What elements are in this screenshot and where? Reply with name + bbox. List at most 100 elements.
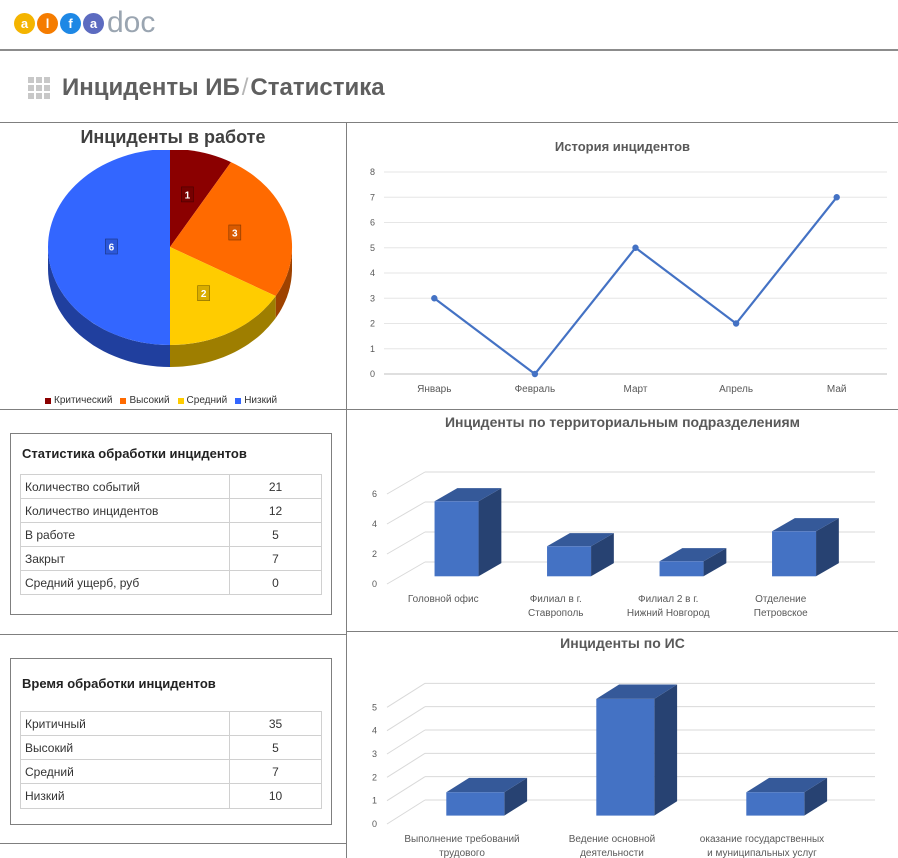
- y-tick-label: 2: [370, 319, 375, 329]
- row-value: 5: [229, 522, 322, 547]
- pie-data-label: 1: [181, 186, 194, 203]
- row-value: 21: [229, 474, 322, 499]
- x-tick-label: Петровское: [754, 608, 808, 619]
- x-tick-label: Май: [827, 384, 847, 395]
- pie-data-label-text: 1: [185, 190, 191, 201]
- row-label: Высокий: [20, 735, 230, 760]
- row-label: В работе: [20, 522, 230, 547]
- bar-side: [654, 684, 678, 816]
- table-row: В работе 5: [20, 522, 322, 547]
- logo-letter-a2: a: [83, 12, 104, 34]
- pie-data-label-text: 3: [232, 229, 238, 240]
- y-tick-label: 2: [372, 549, 377, 559]
- page-title-main[interactable]: Инциденты ИБ: [62, 74, 240, 102]
- x-tick-label: Филиал в г.: [530, 594, 582, 605]
- legend-label-low: Низкий: [244, 395, 278, 406]
- y-tick-label: 5: [370, 243, 375, 253]
- x-tick-label: Февраль: [515, 384, 556, 395]
- x-tick-label: Январь: [417, 384, 451, 395]
- y-tick-label: 4: [370, 268, 375, 278]
- bar: [772, 531, 817, 577]
- row-value: 5: [229, 735, 322, 760]
- pie-chart-title: Инциденты в работе: [80, 127, 266, 147]
- bar: [446, 792, 505, 816]
- row-label: Низкий: [20, 783, 230, 809]
- legend-label-high: Высокий: [129, 395, 170, 406]
- bar-side: [478, 488, 502, 577]
- grid-line: [346, 631, 898, 632]
- row-value: 7: [229, 759, 322, 784]
- y-tick-label: 1: [370, 344, 375, 354]
- grid-line: [386, 776, 426, 802]
- territories-bar-chart: 0 2 4 6 Головной офис Филиал в г. Ставрополь Фи…: [372, 471, 875, 619]
- y-tick-label: 6: [370, 218, 375, 228]
- y-tick-label: 0: [372, 579, 377, 589]
- row-label: Количество событий: [20, 474, 230, 499]
- y-tick-label: 4: [372, 726, 377, 736]
- x-tick-label: Отделение: [755, 594, 807, 605]
- grid-line: [0, 634, 346, 635]
- row-label: Количество инцидентов: [20, 498, 230, 523]
- alfadoc-logo[interactable]: a l f a doc: [14, 6, 155, 40]
- row-value: 7: [229, 546, 322, 571]
- time-table-caption: Время обработки инцидентов: [22, 676, 216, 691]
- row-label: Закрыт: [20, 546, 230, 571]
- systems-chart-title: Инциденты по ИС: [560, 635, 685, 651]
- row-value: 0: [229, 570, 322, 595]
- x-tick-label: и муниципальных услуг: [707, 848, 817, 858]
- territories-chart-title: Инциденты по территориальным подразделен…: [444, 414, 801, 430]
- history-line-chart: 0 1 2 3 4 5 6 7 8 Январь Февраль Март Апрель Май: [370, 167, 887, 395]
- stats-table-panel: Статистика обработки инцидентов Количест…: [10, 433, 332, 615]
- page-title: Инциденты ИБ / Статистика: [28, 74, 385, 102]
- x-tick-label: Нижний Новгород: [627, 608, 710, 619]
- x-tick-label: деятельности: [580, 848, 644, 858]
- grid-line: [0, 843, 346, 844]
- grid-line: [386, 561, 426, 585]
- x-tick-label: Головной офис: [408, 593, 479, 605]
- row-label: Средний: [20, 759, 230, 784]
- dashboard-grid-icon: [28, 77, 50, 99]
- pie-chart: 1 3 2 6: [48, 150, 293, 367]
- time-table: Критичный 35 Высокий 5 Средний 7 Низкий 10: [20, 711, 322, 809]
- data-point: [632, 244, 639, 251]
- x-tick-label: Филиал 2 в г.: [638, 594, 698, 605]
- x-tick-label: оказание государственных: [700, 834, 824, 845]
- grid-line: [0, 122, 898, 123]
- y-tick-label: 7: [370, 192, 375, 202]
- pie-data-label: 3: [228, 224, 242, 241]
- bar: [547, 546, 592, 577]
- row-value: 12: [229, 498, 322, 523]
- logo-letter-l: l: [37, 12, 58, 34]
- legend-swatch-high: [120, 397, 127, 404]
- table-row: Высокий 5: [20, 735, 322, 760]
- legend-swatch-medium: [177, 397, 184, 404]
- pie-data-label: 2: [197, 285, 210, 301]
- legend-label-medium: Средний: [186, 395, 228, 406]
- table-row: Средний ущерб, руб 0: [20, 570, 322, 595]
- y-tick-label: 3: [370, 293, 375, 303]
- y-tick-label: 0: [372, 819, 377, 829]
- x-tick-label: Ведение основной: [569, 834, 655, 845]
- breadcrumb-separator: /: [241, 74, 249, 101]
- row-value: 35: [229, 711, 322, 736]
- y-tick-label: 6: [372, 489, 377, 499]
- page-title-sub: Статистика: [250, 74, 385, 101]
- row-label: Критичный: [20, 711, 230, 736]
- stats-table-caption: Статистика обработки инцидентов: [22, 446, 247, 461]
- bar: [596, 698, 655, 816]
- y-tick-label: 5: [372, 702, 377, 712]
- grid-line: [386, 501, 426, 525]
- y-tick-label: 8: [370, 167, 375, 177]
- stats-table: Количество событий 21 Количество инцидент…: [20, 474, 322, 595]
- x-tick-label: Ставрополь: [528, 608, 584, 619]
- logo-letter-a1: a: [14, 12, 35, 34]
- time-table-panel: Время обработки инцидентов Критичный 35 В…: [10, 658, 332, 825]
- table-row: Низкий 10: [20, 783, 322, 809]
- grid-line: [386, 752, 426, 778]
- grid-line: [386, 471, 426, 495]
- table-row: Закрыт 7: [20, 546, 322, 571]
- data-point: [531, 370, 539, 378]
- table-row: Количество событий 21: [20, 474, 322, 499]
- history-chart-title: История инцидентов: [554, 139, 691, 154]
- pie-data-label-text: 6: [109, 243, 115, 254]
